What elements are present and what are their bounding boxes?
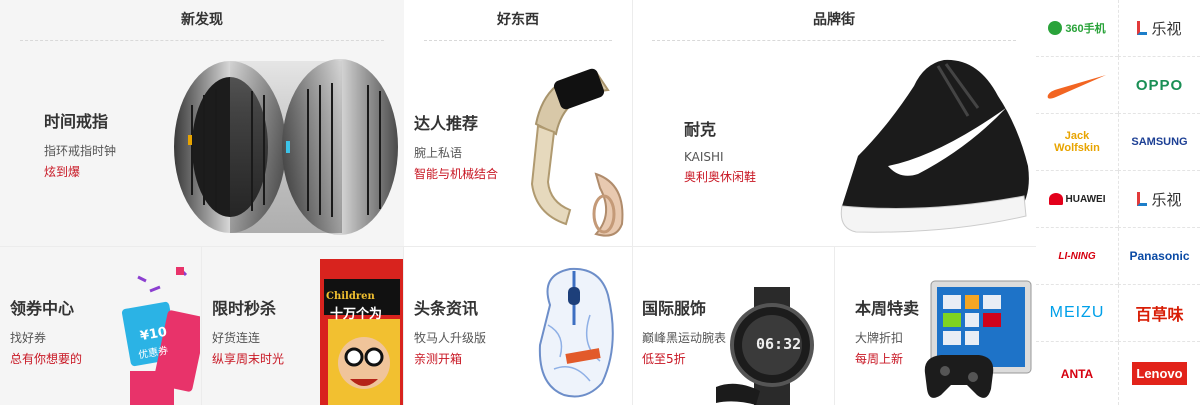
section-new-discovery: 新发现 时间戒指 指环戒指时钟 炫到爆 (0, 0, 404, 246)
card-international-fashion[interactable]: 国际服饰 巅峰黑运动腕表 低至5折 06:32 (632, 247, 834, 405)
brand-jack-wolfskin[interactable]: Jack Wolfskin (1036, 114, 1118, 171)
card-title: 时间戒指 (44, 112, 109, 131)
card-title: 耐克 (684, 120, 717, 139)
card-title: 本周特卖 (855, 299, 920, 318)
card-subtitle: 找好券 (10, 331, 47, 345)
card-highlight: 纵享周末时光 (212, 352, 285, 366)
section-good-stuff: 好东西 达人推荐 腕上私语 智能与机械结合 (404, 0, 632, 246)
card-subtitle: 指环戒指时钟 (44, 144, 117, 158)
brand-label: Panasonic (1129, 249, 1190, 263)
brand-meizu[interactable]: MEIZU (1036, 285, 1118, 342)
brand-anta[interactable]: ANTA (1036, 342, 1118, 405)
divider (424, 40, 612, 41)
brand-oppo[interactable]: OPPO (1118, 57, 1200, 114)
section-brand-street: 品牌街 耐克 KAISHI 奥利奥休闲鞋 (632, 0, 1036, 246)
divider (652, 40, 1016, 41)
brand-label: Lenovo (1132, 362, 1187, 385)
card-title: 头条资讯 (414, 299, 479, 318)
brand-letv-2[interactable]: 乐视 (1118, 171, 1200, 228)
card-highlight: 总有你想要的 (10, 352, 83, 366)
tablet-controller-image (924, 280, 1032, 398)
brand-lenovo[interactable]: Lenovo (1118, 342, 1200, 405)
card-title: 领券中心 (10, 299, 75, 318)
card-subtitle: 大牌折扣 (855, 331, 904, 345)
divider (20, 40, 384, 41)
section-title: 好东西 (497, 12, 539, 28)
brand-label: 乐视 (1151, 20, 1182, 38)
divider (632, 247, 633, 405)
nike-swoosh-icon (1047, 75, 1106, 99)
letv-logo-icon (1137, 192, 1148, 206)
brand-samsung[interactable]: SAMSUNG (1118, 114, 1200, 171)
smart-bracelet-image[interactable] (526, 64, 632, 242)
card-highlight: 亲测开箱 (414, 352, 463, 366)
card-nike[interactable]: 耐克 KAISHI 奥利奥休闲鞋 (684, 116, 756, 185)
brand-label: MEIZU (1049, 304, 1105, 321)
card-weekly-sale[interactable]: 本周特卖 大牌折扣 每周上新 (835, 247, 1036, 405)
sneaker-image[interactable] (828, 56, 1034, 236)
brand-panasonic[interactable]: Panasonic (1118, 228, 1200, 285)
book-image (320, 259, 403, 405)
card-subtitle: 腕上私语 (414, 146, 463, 160)
card-title: 限时秒杀 (212, 299, 277, 318)
book-caption: Children (326, 291, 375, 302)
card-highlight: 炫到爆 (44, 165, 81, 179)
brand-li-ning[interactable]: LI-NING (1036, 228, 1118, 285)
watch-time: 06:32 (756, 335, 802, 353)
card-highlight: 奥利奥休闲鞋 (684, 170, 757, 184)
brand-label: Jack Wolfskin (1054, 130, 1100, 154)
time-ring-image[interactable] (168, 55, 404, 246)
card-highlight: 每周上新 (855, 352, 904, 366)
card-highlight: 低至5折 (642, 352, 686, 366)
brand-huawei[interactable]: HUAWEI (1036, 171, 1118, 228)
card-flash-sale[interactable]: 限时秒杀 好货连连 纵享周末时光 Children 十万个为 (202, 247, 403, 405)
brand-label: 360手机 (1065, 23, 1106, 35)
card-time-ring[interactable]: 时间戒指 指环戒指时钟 炫到爆 (44, 108, 116, 180)
section-title: 新发现 (181, 12, 223, 28)
brand-baicaowei[interactable]: 百草味 (1118, 285, 1200, 342)
brand-label: ANTA (1060, 366, 1094, 381)
gaming-mouse-image (538, 267, 614, 398)
brand-grid: 360手机 乐视 OPPO Jack Wolfskin SAMSUNG HUAW… (1036, 0, 1200, 405)
card-subtitle: KAISHI (684, 150, 724, 164)
card-subtitle: 好货连连 (212, 331, 261, 345)
card-highlight: 智能与机械结合 (414, 167, 499, 181)
brand-label: OPPO (1135, 76, 1184, 94)
book-title: 十万个为 (330, 307, 383, 322)
brand-label: 百草味 (1135, 307, 1184, 324)
brand-360[interactable]: 360手机 (1036, 0, 1118, 57)
card-subtitle: 巅峰黑运动腕表 (642, 331, 727, 345)
card-headlines[interactable]: 头条资讯 牧马人升级版 亲测开箱 (404, 247, 632, 405)
brand-label: 乐视 (1151, 191, 1182, 209)
section-title: 品牌街 (813, 12, 855, 28)
huawei-flower-icon (1048, 193, 1063, 205)
brand-label: LI-NING (1058, 250, 1096, 262)
brand-360-icon (1048, 21, 1063, 35)
brand-letv[interactable]: 乐视 (1118, 0, 1200, 57)
brand-label: HUAWEI (1065, 193, 1106, 205)
letv-logo-icon (1137, 21, 1148, 35)
card-expert-pick[interactable]: 达人推荐 腕上私语 智能与机械结合 (414, 110, 498, 182)
card-coupon-center[interactable]: 领券中心 找好券 总有你想要的 ¥10 优惠券 (0, 247, 201, 405)
brand-nike[interactable] (1036, 57, 1118, 114)
card-title: 国际服饰 (642, 299, 707, 318)
brand-label: SAMSUNG (1131, 136, 1188, 148)
card-subtitle: 牧马人升级版 (414, 331, 487, 345)
card-title: 达人推荐 (414, 114, 479, 133)
